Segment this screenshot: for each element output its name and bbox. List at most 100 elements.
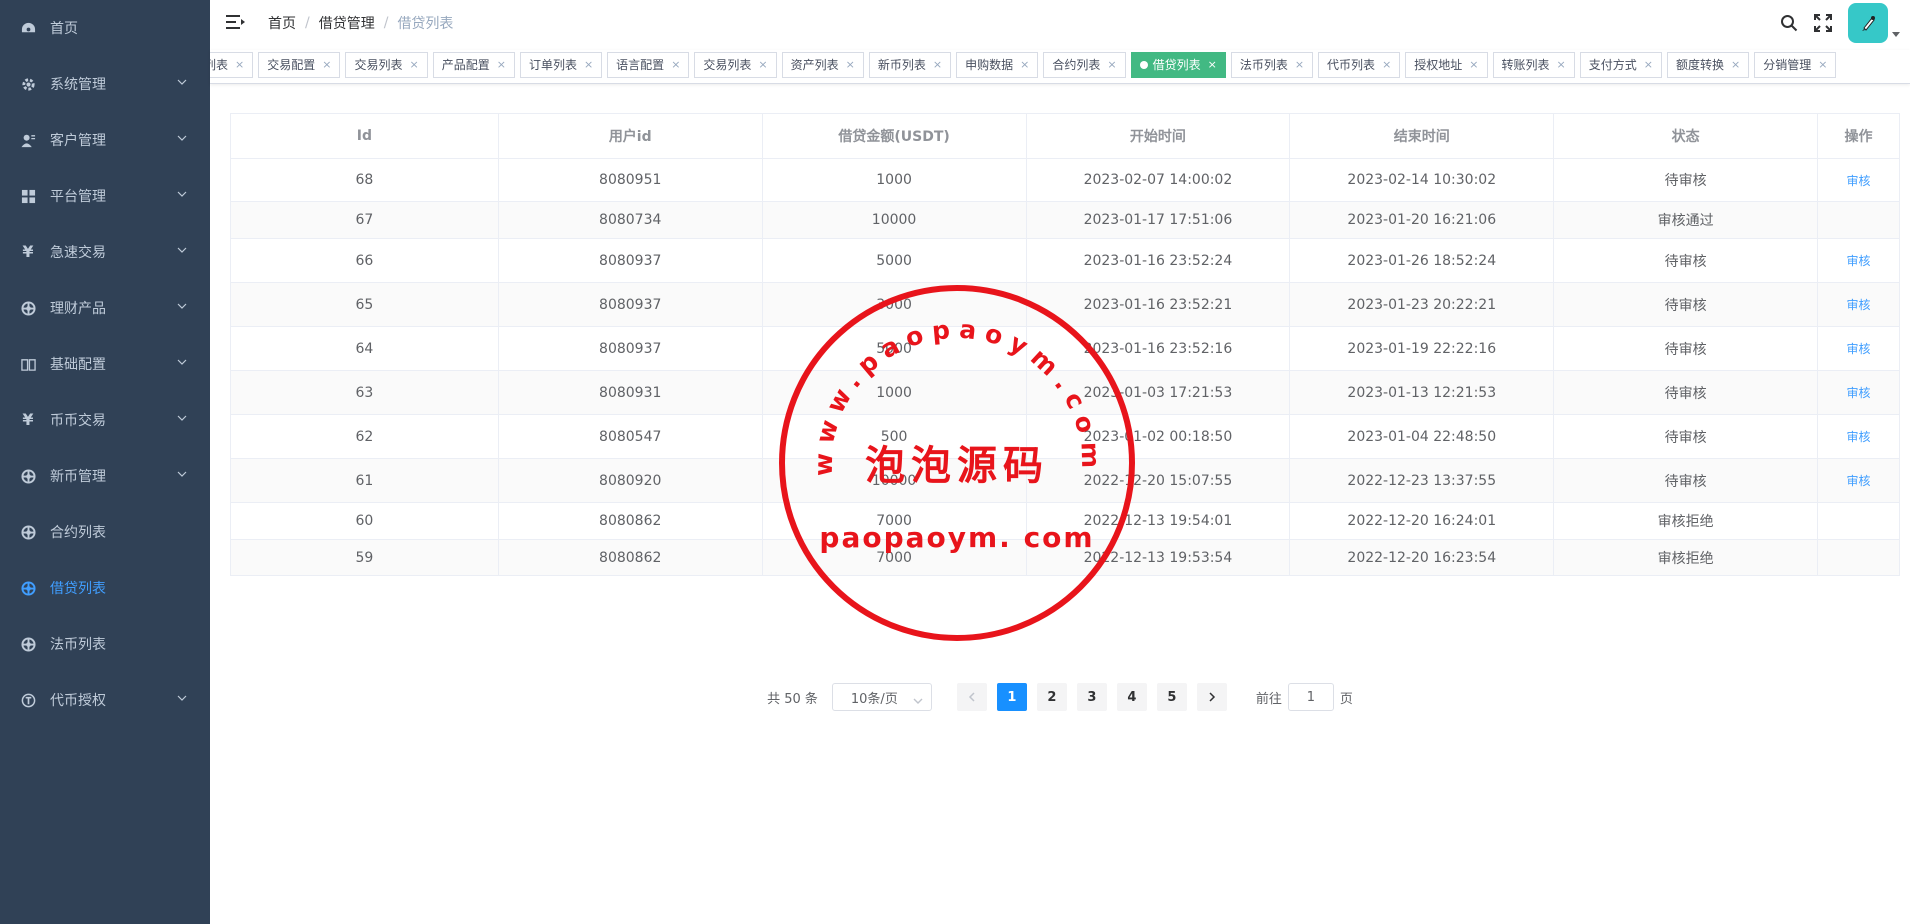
user-avatar-dropdown[interactable] [1848, 3, 1900, 43]
table-cell-status: 待审核 [1553, 414, 1818, 459]
chevron-down-icon [176, 76, 188, 88]
aperture-icon [20, 524, 36, 540]
close-icon[interactable]: × [1557, 53, 1566, 77]
close-icon[interactable]: × [1644, 53, 1653, 77]
close-icon[interactable]: × [1818, 53, 1827, 77]
review-link[interactable]: 审核 [1846, 474, 1870, 488]
table-row: 67 8080734 10000 2023-01-17 17:51:06 2023-01… [230, 201, 1900, 239]
sidebar-item[interactable]: 理财产品 [0, 280, 210, 336]
breadcrumb-home[interactable]: 首页 [268, 13, 296, 33]
tag-item[interactable]: 分销管理 × [1754, 52, 1837, 78]
tag-item[interactable]: 代币列表 × [1318, 52, 1401, 78]
review-link[interactable]: 审核 [1846, 386, 1870, 400]
tag-item[interactable]: 申购数据 × [956, 52, 1039, 78]
tag-item[interactable]: 合约列表 × [1043, 52, 1126, 78]
close-icon[interactable]: × [1731, 53, 1740, 77]
sidebar-item[interactable]: 系统管理 [0, 56, 210, 112]
chevron-down-icon [176, 300, 188, 312]
close-icon[interactable]: × [933, 53, 942, 77]
review-link[interactable]: 审核 [1846, 298, 1870, 312]
next-page-button[interactable] [1196, 683, 1227, 711]
close-icon[interactable]: × [584, 53, 593, 77]
tag-item[interactable]: 支付方式 × [1579, 52, 1662, 78]
page-number-button[interactable]: 3 [1076, 683, 1107, 711]
tag-item[interactable]: 订单列表 × [519, 52, 603, 78]
fullscreen-icon[interactable] [1806, 0, 1840, 46]
tag-item[interactable]: 额度转换 × [1666, 52, 1750, 78]
sidebar-item-label: 客户管理 [50, 133, 106, 149]
sidebar-item[interactable]: 基础配置 [0, 336, 210, 392]
page-number-button[interactable]: 1 [996, 683, 1027, 711]
sidebar-item[interactable]: 首页 [0, 0, 210, 56]
sidebar-item-label: 平台管理 [50, 189, 106, 205]
tag-item[interactable]: 授权地址 × [1405, 52, 1488, 78]
tag-item[interactable]: 资产列表 × [781, 52, 864, 78]
table-cell-start: 2023-01-16 23:52:16 [1026, 326, 1291, 371]
aperture-icon [20, 300, 36, 316]
table-cell-status: 审核拒绝 [1553, 502, 1818, 540]
goto-page-input[interactable] [1287, 683, 1334, 711]
close-icon[interactable]: × [322, 53, 331, 77]
tag-item[interactable]: 产品配置 × [432, 52, 515, 78]
review-link[interactable]: 审核 [1846, 174, 1870, 188]
tag-label: 支付方式 [1588, 58, 1637, 72]
sidebar-item[interactable]: 平台管理 [0, 168, 210, 224]
close-icon[interactable]: × [497, 53, 506, 77]
breadcrumb-loan-management[interactable]: 借贷管理 [319, 13, 375, 33]
tag-item[interactable]: 转账列表 × [1492, 52, 1575, 78]
column-header: 结束时间 [1289, 113, 1555, 159]
close-icon[interactable]: × [758, 53, 767, 77]
page-number-button[interactable]: 5 [1156, 683, 1187, 711]
page-size-select[interactable]: 10条/页 [831, 683, 932, 711]
tag-label: 申购数据 [965, 58, 1014, 72]
sidebar-item[interactable]: 借贷列表 [0, 560, 210, 616]
column-header: Id [230, 113, 499, 159]
tag-item[interactable]: 交易配置 × [258, 52, 341, 78]
close-icon[interactable]: × [1469, 53, 1478, 77]
table-cell-start: 2023-01-02 00:18:50 [1026, 414, 1291, 459]
table-cell-status: 待审核 [1553, 158, 1818, 202]
close-icon[interactable]: × [1382, 53, 1391, 77]
column-header: 开始时间 [1026, 113, 1291, 159]
aperture-icon [20, 636, 36, 652]
sidebar-item[interactable]: ¥ 币币交易 [0, 392, 210, 448]
page-number-button[interactable]: 4 [1116, 683, 1147, 711]
close-icon[interactable]: × [846, 53, 855, 77]
table-row: 60 8080862 7000 2022-12-13 19:54:01 2022-12-… [230, 502, 1900, 540]
table-row: 64 8080937 5000 2023-01-16 23:52:16 2023-01-… [230, 326, 1900, 371]
page-jumper: 前往 页 [1256, 683, 1353, 711]
hamburger-menu-icon[interactable] [226, 13, 246, 31]
close-icon[interactable]: × [1208, 53, 1217, 77]
tag-item[interactable]: 列表 × [210, 52, 254, 78]
prev-page-button[interactable] [956, 683, 987, 711]
close-icon[interactable]: × [409, 53, 418, 77]
sidebar-item[interactable]: 合约列表 [0, 504, 210, 560]
sidebar-item[interactable]: 客户管理 [0, 112, 210, 168]
tag-item[interactable]: 法币列表 × [1230, 52, 1314, 78]
close-icon[interactable]: × [1020, 53, 1029, 77]
review-link[interactable]: 审核 [1846, 342, 1870, 356]
aperture-icon [20, 580, 36, 596]
table-cell-status: 待审核 [1553, 458, 1818, 503]
table-cell-id: 67 [230, 201, 499, 239]
tag-item[interactable]: 交易列表 × [345, 52, 428, 78]
tag-item[interactable]: 借贷列表 × [1130, 52, 1226, 78]
review-link[interactable]: 审核 [1846, 430, 1870, 444]
close-icon[interactable]: × [235, 53, 244, 77]
tag-item[interactable]: 语言配置 × [607, 52, 690, 78]
close-icon[interactable]: × [671, 53, 680, 77]
table-row: 62 8080547 500 2023-01-02 00:18:50 2023-01-0… [230, 414, 1900, 459]
close-icon[interactable]: × [1295, 53, 1304, 77]
table-cell-user-id: 8080937 [498, 282, 763, 327]
tag-item[interactable]: 新币列表 × [868, 52, 952, 78]
sidebar-item[interactable]: 法币列表 [0, 616, 210, 672]
table-cell-id: 68 [230, 158, 499, 202]
review-link[interactable]: 审核 [1846, 254, 1870, 268]
search-icon[interactable] [1772, 0, 1806, 46]
sidebar-item[interactable]: ¥ 急速交易 [0, 224, 210, 280]
sidebar-item[interactable]: 新币管理 [0, 448, 210, 504]
close-icon[interactable]: × [1107, 53, 1116, 77]
page-number-button[interactable]: 2 [1036, 683, 1067, 711]
tag-item[interactable]: 交易列表 × [694, 52, 777, 78]
table-cell-end: 2023-01-23 20:22:21 [1289, 282, 1555, 327]
